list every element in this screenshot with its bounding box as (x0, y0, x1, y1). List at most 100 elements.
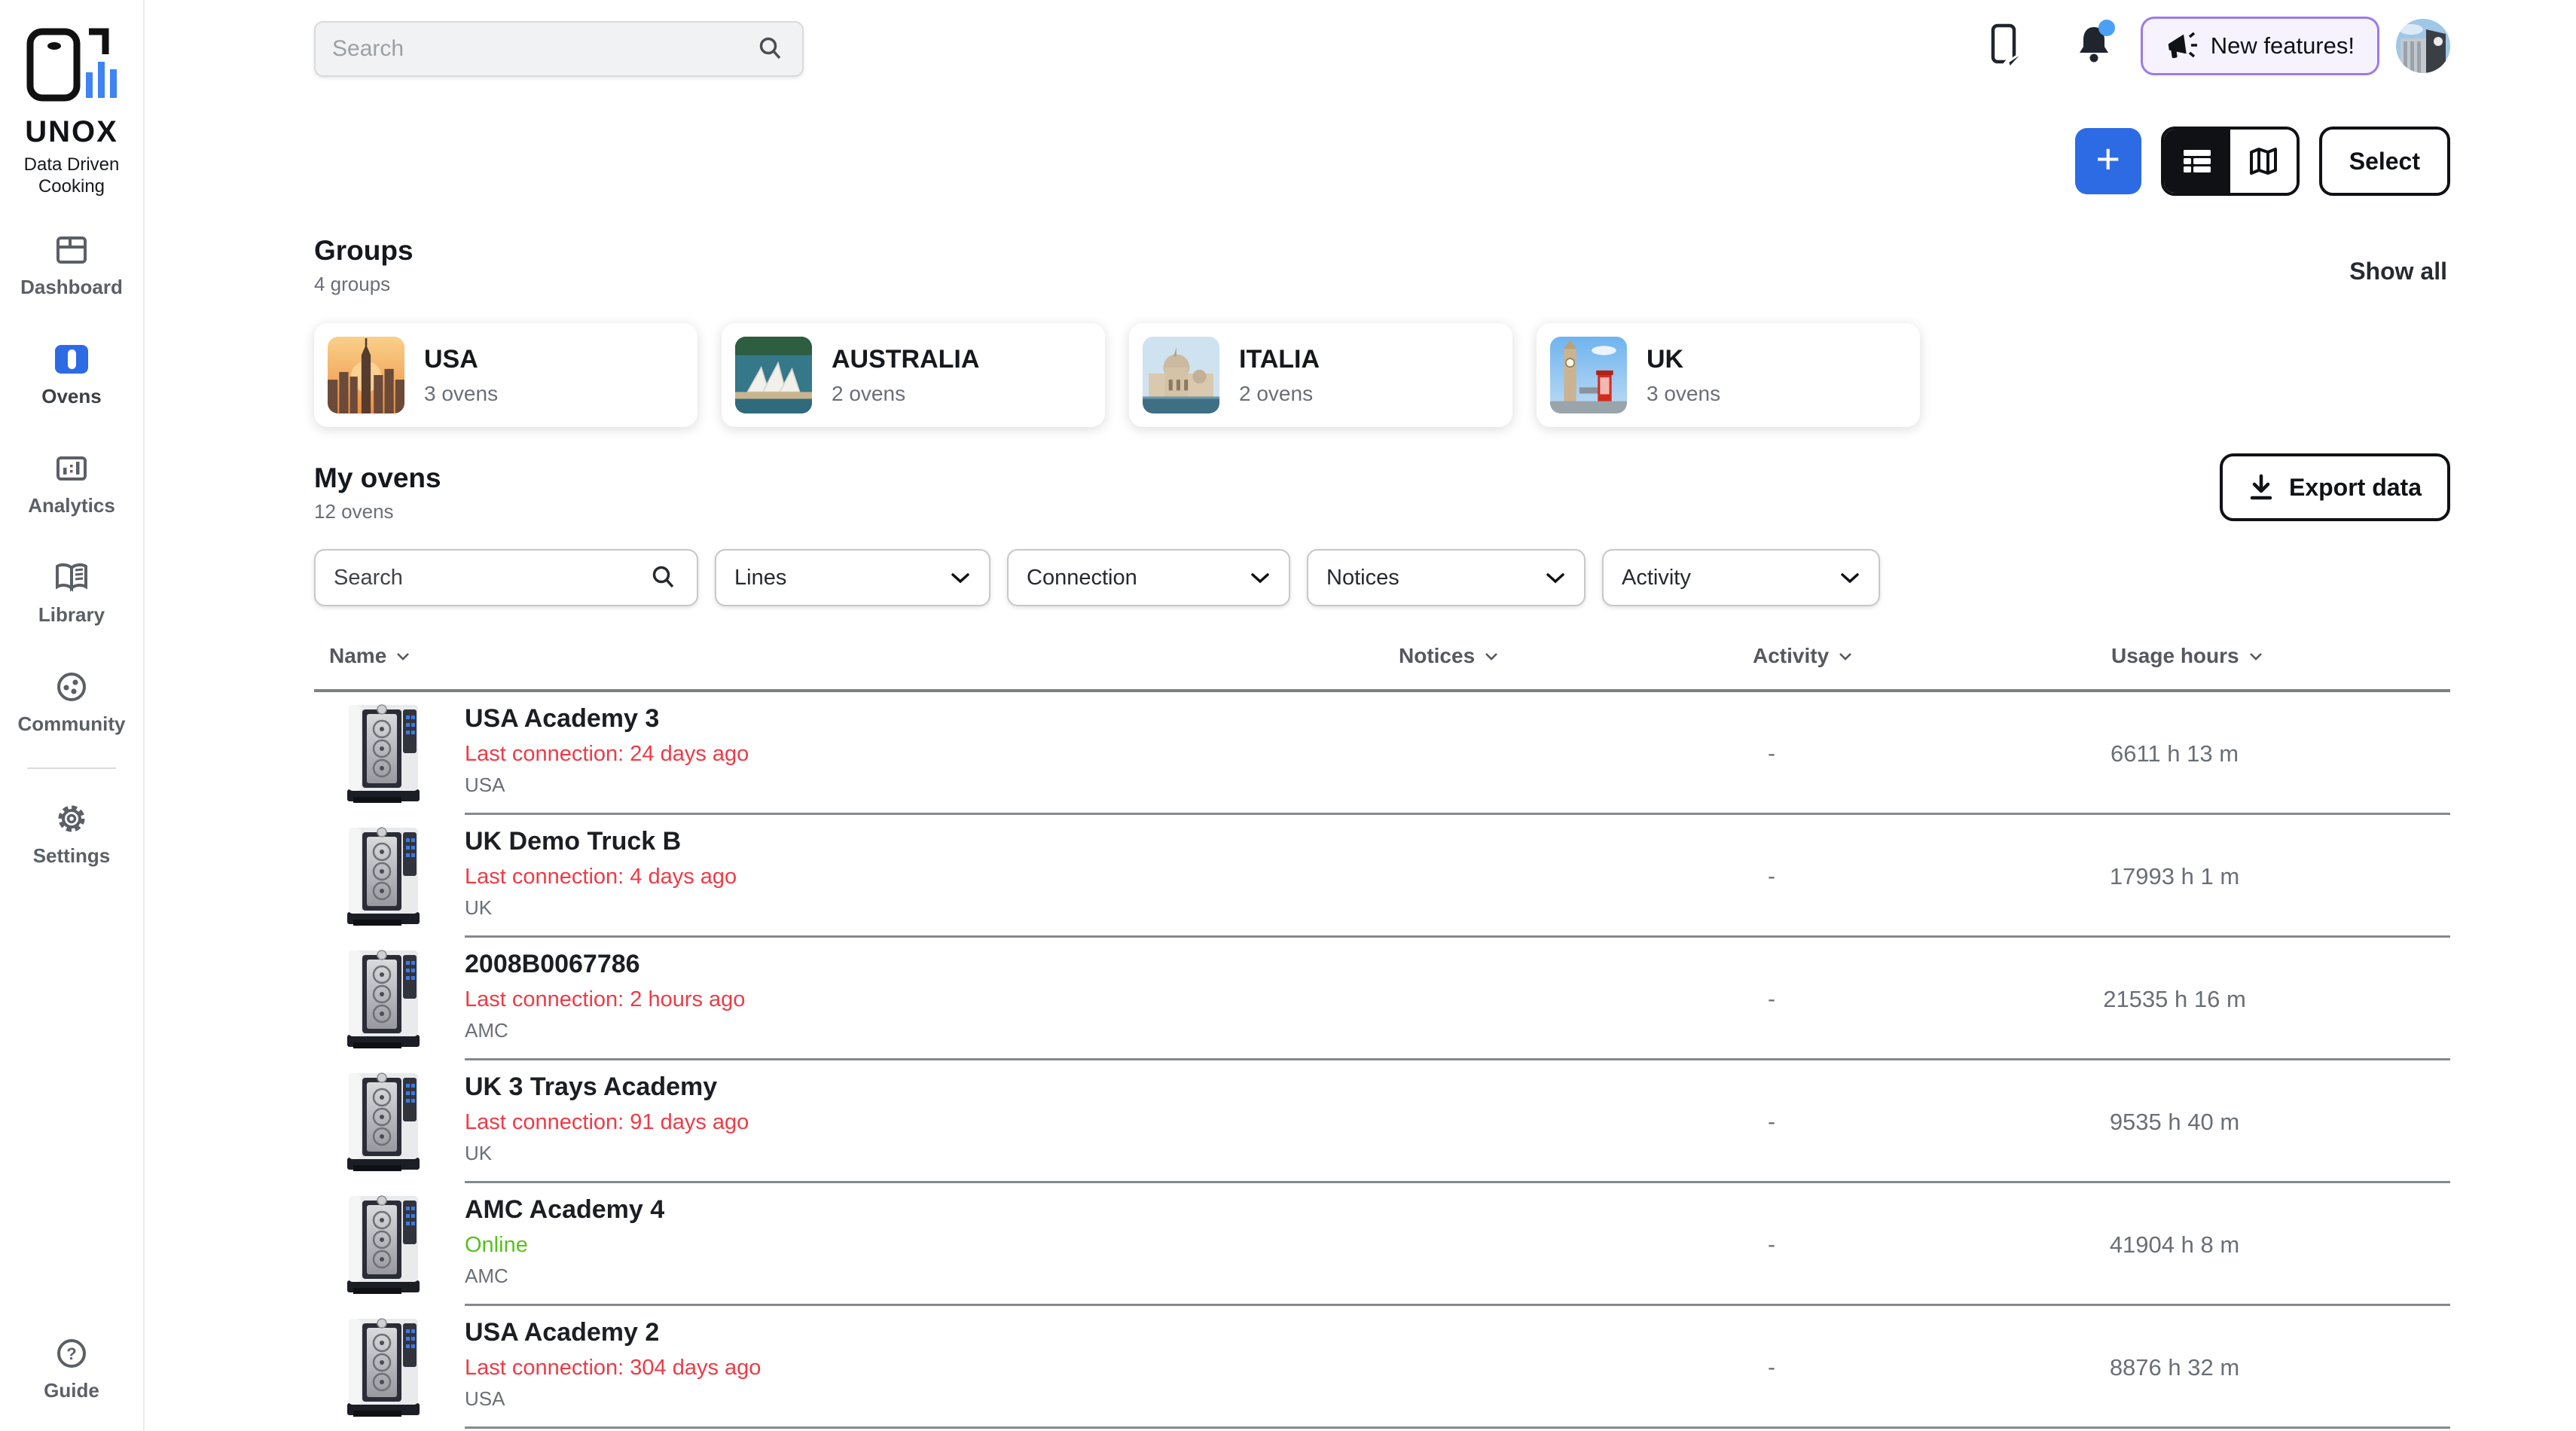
table-row[interactable]: USA Academy 2 Last connection: 304 days … (314, 1306, 2450, 1429)
sort-chevron-icon (1484, 651, 1499, 661)
show-all-link[interactable]: Show all (2349, 258, 2447, 285)
sidebar-item-settings[interactable]: Settings (33, 801, 111, 868)
sort-chevron-icon (395, 651, 411, 661)
groups-section: Groups 4 groups Show all (314, 235, 2450, 427)
my-ovens-title: My ovens (314, 462, 2450, 494)
oven-thumbnail (341, 1314, 426, 1420)
chevron-down-icon (1250, 571, 1271, 584)
sort-chevron-icon (2248, 651, 2263, 661)
lines-filter-dropdown[interactable]: Lines (715, 549, 990, 606)
table-header: Name Notices Activity Usage hours (314, 644, 2450, 671)
groups-title: Groups (314, 235, 2450, 267)
oven-connection-status: Last connection: 304 days ago (465, 1356, 761, 1381)
map-view-button[interactable] (2230, 130, 2297, 193)
sidebar-item-label: Community (18, 712, 126, 736)
activity-filter-dropdown[interactable]: Activity (1602, 549, 1880, 606)
oven-connection-status: Last connection: 4 days ago (465, 865, 737, 889)
ovens-table-body: USA Academy 3 Last connection: 24 days a… (314, 692, 2450, 1429)
group-name: UK (1647, 345, 1683, 374)
add-button[interactable]: + (2075, 128, 2141, 194)
analytics-icon (53, 450, 90, 487)
table-row[interactable]: AMC Academy 4 Online AMC - 41904 h 8 m (314, 1183, 2450, 1306)
oven-connection-status: Last connection: 24 days ago (465, 742, 749, 767)
table-row[interactable]: 2008B0067786 Last connection: 2 hours ag… (314, 938, 2450, 1060)
filters-row: Lines Connection Notices Activity (314, 549, 2450, 606)
dashboard-icon (53, 232, 90, 268)
ovens-search[interactable] (314, 549, 698, 606)
new-features-label: New features! (2211, 32, 2355, 59)
row-divider (465, 1426, 2450, 1429)
mobile-app-icon (1987, 23, 2029, 69)
oven-thumbnail (341, 946, 426, 1051)
oven-name: UK Demo Truck B (465, 827, 737, 856)
notices-filter-dropdown[interactable]: Notices (1307, 549, 1586, 606)
sidebar: UNOX Data Driven Cooking Dashboard (0, 0, 145, 1431)
sidebar-item-ovens[interactable]: Ovens (41, 341, 102, 408)
sidebar-item-label: Library (38, 603, 105, 627)
group-oven-count: 3 ovens (424, 382, 498, 406)
group-card-australia[interactable]: AUSTRALIA 2 ovens (722, 323, 1105, 427)
settings-icon (53, 801, 90, 837)
australia-group-thumbnail (735, 337, 812, 413)
mobile-app-button[interactable] (1987, 23, 2029, 69)
new-features-button[interactable]: New features! (2141, 17, 2379, 75)
my-ovens-count: 12 ovens (314, 500, 2450, 523)
activity-cell: - (1595, 987, 1949, 1012)
sidebar-item-label: Settings (33, 844, 111, 868)
group-oven-count: 2 ovens (1239, 382, 1320, 406)
oven-name: 2008B0067786 (465, 950, 745, 979)
search-icon (755, 34, 786, 64)
column-header-activity[interactable]: Activity (1753, 644, 1853, 668)
group-card-usa[interactable]: USA 3 ovens (314, 323, 697, 427)
community-icon (53, 669, 90, 705)
activity-cell: - (1595, 1232, 1949, 1258)
megaphone-icon (2165, 31, 2199, 61)
connection-filter-dropdown[interactable]: Connection (1007, 549, 1290, 606)
group-card-uk[interactable]: UK 3 ovens (1537, 323, 1920, 427)
oven-group-label: USA (465, 1387, 761, 1411)
group-card-italia[interactable]: ITALIA 2 ovens (1129, 323, 1512, 427)
global-search[interactable] (314, 21, 804, 77)
export-data-button[interactable]: Export data (2220, 453, 2450, 521)
oven-thumbnail (341, 700, 426, 806)
chevron-down-icon (950, 571, 971, 584)
global-search-input[interactable] (332, 36, 755, 62)
notifications-button[interactable] (2076, 24, 2112, 69)
sidebar-item-library[interactable]: Library (38, 560, 105, 627)
oven-thumbnail (341, 1191, 426, 1297)
view-toggle (2161, 127, 2300, 196)
group-oven-count: 3 ovens (1647, 382, 1720, 406)
chevron-down-icon (1545, 571, 1566, 584)
table-row[interactable]: UK Demo Truck B Last connection: 4 days … (314, 815, 2450, 938)
sidebar-item-analytics[interactable]: Analytics (28, 450, 115, 517)
sidebar-item-dashboard[interactable]: Dashboard (20, 232, 123, 299)
uk-group-thumbnail (1550, 337, 1627, 413)
oven-connection-status: Last connection: 91 days ago (465, 1110, 749, 1135)
oven-group-label: USA (465, 773, 749, 797)
select-button[interactable]: Select (2319, 127, 2450, 196)
sidebar-item-community[interactable]: Community (18, 669, 126, 736)
oven-icon (53, 341, 90, 377)
oven-connection-status: Online (465, 1233, 664, 1258)
brand-name: UNOX (25, 115, 118, 149)
list-view-button[interactable] (2164, 130, 2230, 193)
usage-hours-cell: 8876 h 32 m (1949, 1354, 2401, 1381)
activity-cell: - (1595, 741, 1949, 767)
library-icon (53, 560, 90, 596)
ovens-search-input[interactable] (334, 566, 649, 590)
brand-tagline: Data Driven Cooking (24, 154, 120, 197)
column-header-usage-hours[interactable]: Usage hours (2111, 644, 2263, 668)
list-view-icon (2181, 147, 2214, 175)
sidebar-item-label: Analytics (28, 494, 115, 517)
oven-name: USA Academy 3 (465, 704, 749, 734)
group-name: USA (424, 345, 478, 374)
column-header-name[interactable]: Name (329, 644, 411, 668)
table-row[interactable]: USA Academy 3 Last connection: 24 days a… (314, 692, 2450, 815)
group-name: ITALIA (1239, 345, 1320, 374)
table-row[interactable]: UK 3 Trays Academy Last connection: 91 d… (314, 1060, 2450, 1183)
column-header-notices[interactable]: Notices (1399, 644, 1499, 668)
usage-hours-cell: 9535 h 40 m (1949, 1109, 2401, 1136)
sidebar-item-guide[interactable]: ? Guide (44, 1335, 99, 1402)
usage-hours-cell: 6611 h 13 m (1949, 740, 2401, 767)
avatar[interactable] (2396, 19, 2450, 73)
